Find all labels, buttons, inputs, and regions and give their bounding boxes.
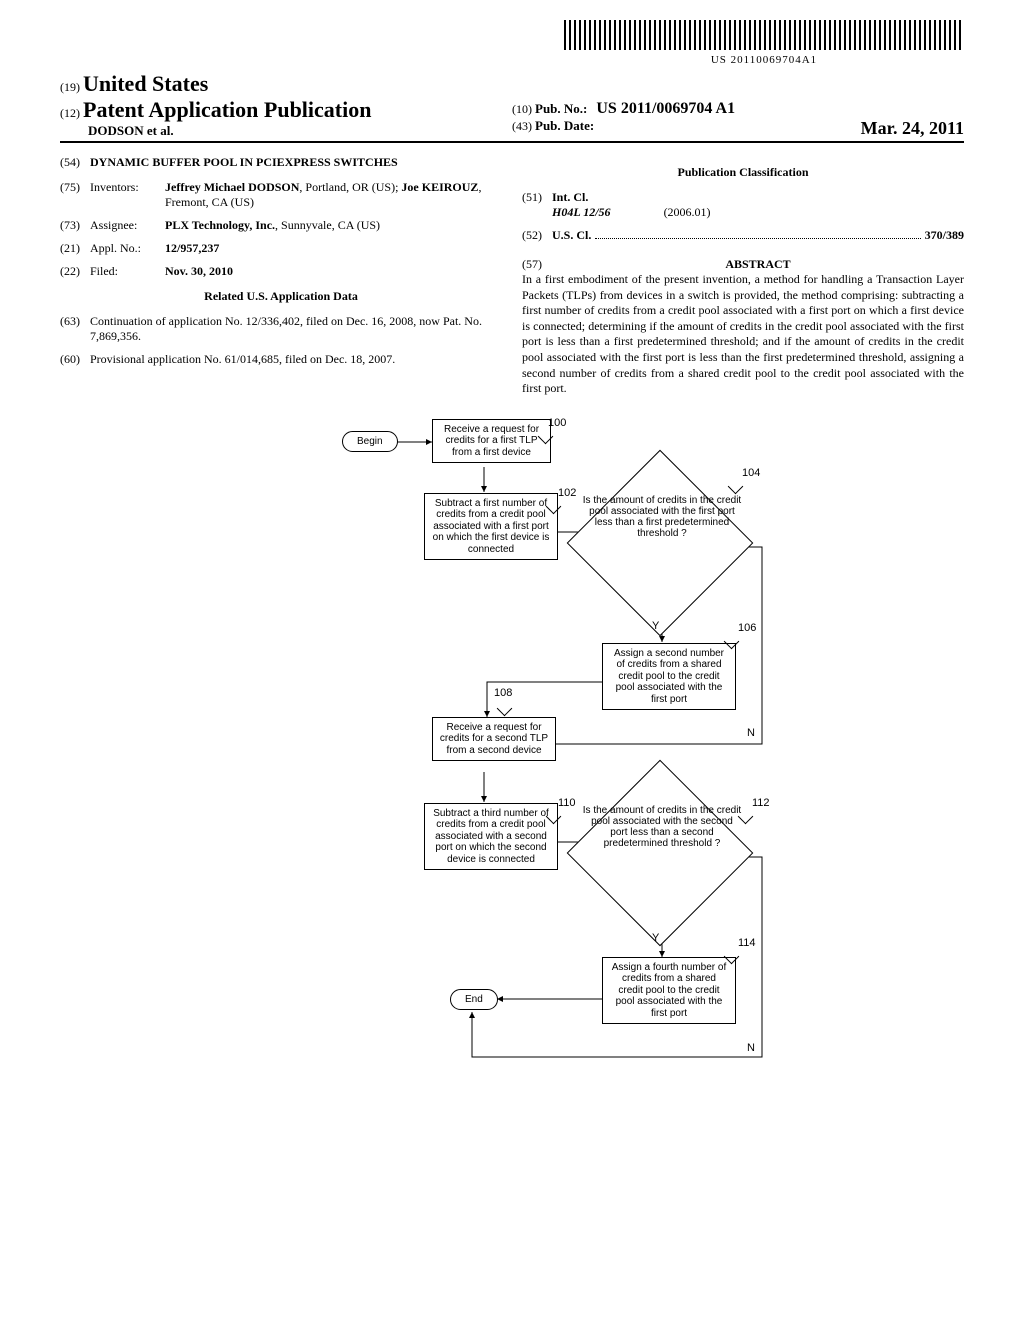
ref-104: 104 xyxy=(742,467,760,479)
ref-112: 112 xyxy=(752,797,770,809)
flow-box-100: Receive a request for credits for a firs… xyxy=(432,419,551,464)
abstract-label: ABSTRACT xyxy=(552,257,964,272)
flow-box-110: Subtract a third number of credits from … xyxy=(424,803,558,871)
uscl-value: 370/389 xyxy=(925,228,964,243)
ref-106: 106 xyxy=(738,622,756,634)
pub-date-label: Pub. Date: xyxy=(535,118,594,133)
flow-box-106: Assign a second number of credits from a… xyxy=(602,643,736,711)
code-21: (21) xyxy=(60,241,90,256)
filed-label: Filed: xyxy=(90,264,165,279)
barcode-text: US 20110069704A1 xyxy=(564,54,964,66)
flow-box-108: Receive a request for credits for a seco… xyxy=(432,717,556,762)
provisional-text: Provisional application No. 61/014,685, … xyxy=(90,352,502,367)
flow-begin: Begin xyxy=(342,431,398,453)
barcode-area: US 20110069704A1 xyxy=(60,20,964,66)
related-header: Related U.S. Application Data xyxy=(60,289,502,304)
intcl-code: H04L 12/56 xyxy=(552,205,611,219)
flow-y-112: Y xyxy=(652,932,659,944)
bibliographic-columns: (54) DYNAMIC BUFFER POOL IN PCIEXPRESS S… xyxy=(60,155,964,397)
abstract-text: In a first embodiment of the present inv… xyxy=(522,272,964,397)
authors-line: DODSON et al. xyxy=(88,123,512,139)
figure-flowchart: Begin Receive a request for credits for … xyxy=(60,417,964,1157)
assignee: PLX Technology, Inc., Sunnyvale, CA (US) xyxy=(165,218,502,233)
flow-diamond-104 xyxy=(567,449,754,636)
classification-header: Publication Classification xyxy=(522,165,964,180)
pub-no: US 2011/0069704 A1 xyxy=(596,100,735,117)
code-43: (43) xyxy=(512,119,532,133)
code-75: (75) xyxy=(60,180,90,210)
ref-tick-104 xyxy=(728,478,744,494)
ref-100: 100 xyxy=(548,417,566,429)
dotted-leader xyxy=(595,228,920,239)
inventors-label: Inventors: xyxy=(90,180,165,210)
flow-box-114: Assign a fourth number of credits from a… xyxy=(602,957,736,1025)
pub-no-label: Pub. No.: xyxy=(535,101,587,116)
continuation-text: Continuation of application No. 12/336,4… xyxy=(90,314,502,344)
invention-title: DYNAMIC BUFFER POOL IN PCIEXPRESS SWITCH… xyxy=(90,155,502,170)
left-column: (54) DYNAMIC BUFFER POOL IN PCIEXPRESS S… xyxy=(60,155,502,397)
flow-n-112: N xyxy=(747,1042,755,1054)
code-73: (73) xyxy=(60,218,90,233)
appl-no: 12/957,237 xyxy=(165,241,219,255)
filed-date: Nov. 30, 2010 xyxy=(165,264,233,278)
flow-end: End xyxy=(450,989,498,1011)
code-19: (19) xyxy=(60,80,80,94)
flow-diamond-112 xyxy=(567,759,754,946)
header-row: (19) United States (12) Patent Applicati… xyxy=(60,71,964,143)
code-54: (54) xyxy=(60,155,90,170)
code-52: (52) xyxy=(522,228,552,243)
code-22: (22) xyxy=(60,264,90,279)
flow-box-102: Subtract a first number of credits from … xyxy=(424,493,558,561)
flow-n-104: N xyxy=(747,727,755,739)
code-57: (57) xyxy=(522,257,552,272)
ref-tick-112 xyxy=(738,808,754,824)
code-60: (60) xyxy=(60,352,90,367)
code-10: (10) xyxy=(512,102,532,116)
code-51: (51) xyxy=(522,190,552,220)
ref-tick-108 xyxy=(497,700,513,716)
ref-114: 114 xyxy=(738,937,756,949)
barcode xyxy=(564,20,964,50)
intcl-date: (2006.01) xyxy=(664,205,711,219)
code-63: (63) xyxy=(60,314,90,344)
pub-date: Mar. 24, 2011 xyxy=(861,118,964,139)
ref-102: 102 xyxy=(558,487,576,499)
flow-y-104: Y xyxy=(652,620,659,632)
ref-110: 110 xyxy=(558,797,576,809)
ref-108: 108 xyxy=(494,687,512,699)
code-12: (12) xyxy=(60,106,80,120)
uscl-label: U.S. Cl. xyxy=(552,228,591,243)
country: United States xyxy=(83,71,208,96)
assignee-label: Assignee: xyxy=(90,218,165,233)
appl-no-label: Appl. No.: xyxy=(90,241,165,256)
publication-type: Patent Application Publication xyxy=(83,97,371,122)
intcl-label: Int. Cl. xyxy=(552,190,588,204)
inventors: Jeffrey Michael DODSON, Portland, OR (US… xyxy=(165,180,502,210)
right-column: Publication Classification (51) Int. Cl.… xyxy=(522,155,964,397)
